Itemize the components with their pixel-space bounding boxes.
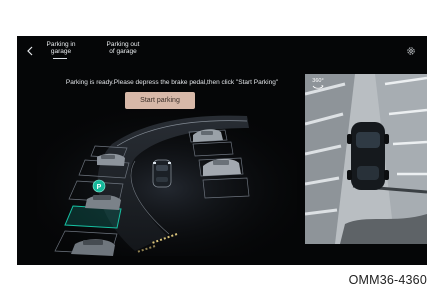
rotate-360-label: 360° — [312, 78, 324, 84]
figure-caption: OMM36-4360 — [348, 273, 427, 287]
camera-360-view[interactable]: 360° — [305, 74, 427, 244]
start-parking-button[interactable]: Start parking — [125, 92, 195, 109]
ego-vehicle-topdown — [347, 122, 389, 190]
parking-marker-label: P — [97, 184, 102, 191]
top-bar: Parking in garage Parking out of garage — [17, 36, 427, 66]
surround-view-image — [305, 74, 427, 244]
ego-vehicle — [152, 159, 172, 188]
active-tab-indicator — [53, 58, 67, 59]
parking-scene: P — [37, 106, 297, 256]
status-message: Parking is ready.Please depress the brak… — [65, 79, 279, 86]
settings-gear-icon — [406, 46, 415, 55]
tab-parking-out-of-garage[interactable]: Parking out of garage — [101, 41, 145, 55]
parked-car — [97, 153, 125, 166]
settings-button[interactable] — [405, 45, 416, 56]
back-arrow-icon — [27, 46, 33, 56]
back-button[interactable] — [23, 44, 37, 58]
rotate-360-icon — [312, 84, 324, 89]
infotainment-screen: P Parking in garage Parking out of garag… — [17, 36, 427, 265]
rotate-360-badge[interactable]: 360° — [311, 78, 325, 92]
tab-parking-in-garage[interactable]: Parking in garage — [41, 41, 81, 55]
